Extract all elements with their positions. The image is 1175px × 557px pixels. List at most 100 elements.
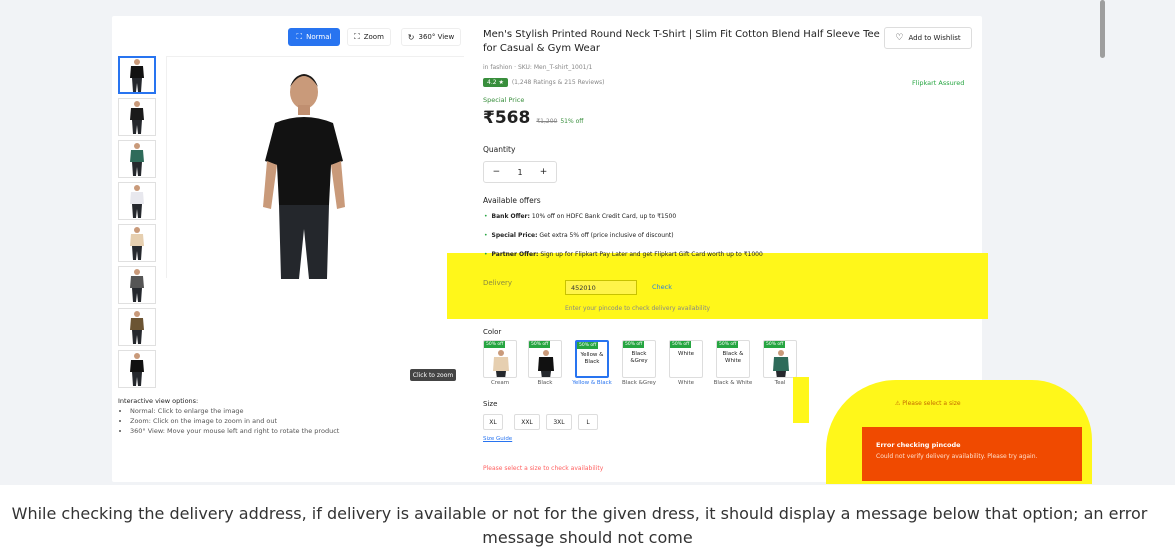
wishlist-label: Add to Wishlist (908, 34, 961, 42)
normal-view-button[interactable]: ⛶ Normal (288, 28, 340, 46)
quantity-stepper: − 1 + (483, 161, 557, 183)
view-options-title: Interactive view options: (118, 397, 199, 405)
thumbnail-figure (130, 353, 144, 386)
view-option-item: 360° View: Move your mouse left and righ… (130, 426, 448, 436)
360-view-label: 360° View (418, 33, 455, 41)
enlarge-icon: ⛶ (296, 32, 303, 41)
zoom-view-button[interactable]: ⛶ Zoom (347, 28, 391, 46)
error-toast[interactable]: Error checking pincode Could not verify … (862, 427, 1082, 481)
thumbnail[interactable] (118, 308, 156, 346)
scrollbar-thumb[interactable] (1100, 0, 1105, 58)
assured-badge: Flipkart Assured (912, 79, 965, 87)
color-swatch[interactable]: 50% off Black &Grey (622, 340, 656, 378)
check-pincode-button[interactable]: Check (652, 283, 672, 291)
color-swatch[interactable]: 50% off White (669, 340, 703, 378)
price-row: ₹568 ₹1,200 51% off (483, 108, 583, 128)
swatch-image (538, 350, 554, 377)
click-to-zoom-badge[interactable]: Click to zoom (410, 369, 456, 381)
caption: While checking the delivery address, if … (0, 500, 1175, 557)
swatch-offer-badge: 50% off (484, 341, 506, 348)
swatch-tile-text: White (678, 351, 694, 357)
offer-title: Partner Offer: (491, 251, 539, 258)
screenshot-stage: ⛶ Normal ⛶ Zoom ↻ 360° View Click to zoom I… (0, 0, 1175, 557)
discount: 51% off (560, 118, 584, 125)
size-guide-link[interactable]: Size Guide (483, 436, 512, 442)
annotation-highlight (447, 253, 988, 319)
thumbnail-figure (130, 143, 144, 176)
swatch-offer-badge: 50% off (529, 341, 551, 348)
scrollbar-track[interactable] (1097, 0, 1107, 485)
thumbnail[interactable] (118, 182, 156, 220)
quantity-value[interactable]: 1 (517, 168, 522, 177)
annotation-mark (793, 377, 809, 423)
thumbnail-figure (130, 101, 144, 134)
thumbnail-figure (130, 269, 144, 302)
product-title: Men's Stylish Printed Round Neck T-Shirt… (483, 29, 880, 54)
toast-message: Could not verify delivery availability. … (876, 453, 1038, 460)
heart-icon: ♡ (895, 33, 904, 43)
thumbnail[interactable] (118, 224, 156, 262)
rotate-icon: ↻ (407, 32, 415, 42)
decrement-button[interactable]: − (493, 167, 501, 177)
swatch-offer-badge: 50% off (670, 341, 692, 348)
view-option-item: Normal: Click to enlarge the image (130, 406, 448, 416)
color-swatch[interactable]: 50% off Black & White (716, 340, 750, 378)
increment-button[interactable]: + (540, 167, 548, 177)
thumbnail-list (118, 56, 158, 392)
offer-item: • Partner Offer: Sign up for Flipkart Pay… (484, 251, 763, 258)
quantity-label: Quantity (483, 145, 516, 154)
bullet-icon: • (484, 213, 488, 220)
swatch-offer-badge: 50% off (764, 341, 786, 348)
360-view-button[interactable]: ↻ 360° View (401, 28, 461, 46)
view-option-item: Zoom: Click on the image to zoom in and … (130, 416, 448, 426)
swatch-image (493, 350, 509, 377)
normal-view-label: Normal (306, 33, 332, 41)
offer-title: Special Price: (491, 232, 538, 239)
rating-summary[interactable]: (1,248 Ratings & 215 Reviews) (512, 79, 605, 86)
offer-text: Get extra 5% off (price inclusive of dis… (539, 232, 674, 239)
color-swatch[interactable]: 50% off (763, 340, 797, 378)
offer-text: Sign up for Flipkart Pay Later and get F… (540, 251, 763, 258)
main-product-image[interactable] (166, 56, 465, 279)
mrp: ₹1,200 (536, 118, 558, 125)
bullet-icon: • (484, 232, 488, 239)
caption-line: message should not come (482, 528, 693, 547)
add-to-wishlist-button[interactable]: ♡ Add to Wishlist (884, 27, 972, 49)
color-name: Yellow & Black (572, 380, 612, 386)
swatch-tile-text: Black & White (722, 351, 744, 364)
offer-item: • Bank Offer: 10% off on HDFC Bank Credit… (484, 213, 676, 220)
rating-row: 4.2 ★ (1,248 Ratings & 215 Reviews) (483, 78, 604, 87)
color-swatch[interactable]: 50% off (483, 340, 517, 378)
color-name: Black &Grey (622, 380, 656, 386)
color-name: Cream (490, 380, 510, 386)
thumbnail-figure (130, 227, 144, 260)
thumbnail-figure (130, 59, 144, 92)
size-option[interactable]: XL (483, 414, 503, 430)
zoom-icon: ⛶ (354, 32, 360, 41)
thumbnail[interactable] (118, 266, 156, 304)
size-option[interactable]: L (578, 414, 598, 430)
thumbnail[interactable] (118, 140, 156, 178)
bullet-icon: • (484, 251, 488, 258)
view-options-help: Interactive view options: Normal: Click … (118, 396, 448, 436)
select-size-prompt: ⚠ Please select a size (895, 400, 961, 407)
swatch-offer-badge: 50% off (623, 341, 645, 348)
swatch-offer-badge: 50% off (717, 341, 739, 348)
color-swatch[interactable]: 50% off Yellow & Black (575, 340, 609, 378)
thumbnail[interactable] (118, 350, 156, 388)
thumbnail[interactable] (118, 56, 156, 94)
price: ₹568 (483, 108, 531, 128)
rating-badge: 4.2 ★ (483, 78, 508, 87)
pincode-input[interactable] (565, 280, 637, 295)
size-option[interactable]: 3XL (546, 414, 572, 430)
caption-line: While checking the delivery address, if … (11, 504, 1148, 523)
swatch-tile-text: Yellow & Black (580, 352, 604, 365)
swatch-offer-badge: 50% off (577, 342, 599, 349)
size-option[interactable]: XXL (514, 414, 540, 430)
offer-item: • Special Price: Get extra 5% off (price … (484, 232, 674, 239)
thumbnail[interactable] (118, 98, 156, 136)
color-swatch[interactable]: 50% off (528, 340, 562, 378)
offer-text: 10% off on HDFC Bank Credit Card, up to … (531, 213, 677, 220)
color-name: White (678, 380, 694, 386)
offer-title: Bank Offer: (491, 213, 530, 220)
